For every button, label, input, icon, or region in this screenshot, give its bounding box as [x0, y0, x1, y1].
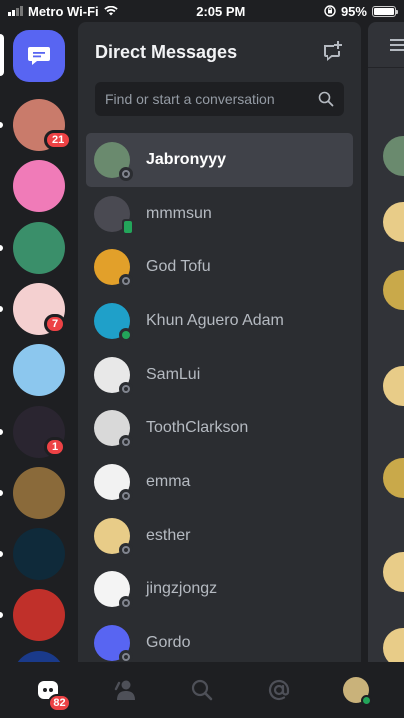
- new-dm-button[interactable]: [322, 40, 344, 62]
- unread-indicator: [0, 428, 3, 435]
- status-indicator: [119, 435, 133, 450]
- dm-username: mmmsun: [146, 204, 212, 222]
- battery-percent: 95%: [340, 3, 367, 19]
- dm-username: emma: [146, 472, 191, 490]
- avatar: [94, 571, 133, 611]
- dm-username: ToothClarkson: [146, 419, 249, 437]
- unread-indicator: [0, 122, 3, 128]
- tab-mentions[interactable]: [257, 668, 301, 712]
- new-message-icon: [324, 41, 342, 61]
- message-avatar: [383, 136, 404, 176]
- server-icon[interactable]: [13, 589, 65, 642]
- peek-header: [368, 22, 404, 68]
- orientation-lock-icon: [324, 5, 336, 17]
- avatar: [94, 195, 134, 235]
- user-avatar: [342, 677, 372, 706]
- message-avatar: [383, 628, 404, 662]
- server-rail: 21 7 1: [0, 22, 78, 703]
- server-icon[interactable]: [13, 466, 65, 519]
- home-badge: 82: [48, 694, 71, 712]
- mention-badge: 21: [44, 130, 73, 150]
- status-right: 95%: [324, 3, 398, 19]
- status-indicator: [119, 327, 133, 342]
- dm-row[interactable]: esther: [86, 509, 353, 563]
- dm-username: Khun Aguero Adam: [146, 311, 284, 329]
- tab-home[interactable]: 82: [26, 668, 71, 712]
- dm-row[interactable]: jingzjongz: [86, 563, 353, 617]
- menu-icon: [390, 39, 404, 51]
- search-placeholder: Find or start a conversation: [105, 91, 275, 107]
- status-left: Metro Wi-Fi: [8, 4, 118, 19]
- online-status-dot: [360, 695, 372, 706]
- tab-search[interactable]: [180, 668, 224, 712]
- status-indicator: [119, 596, 133, 611]
- mention-badge: 7: [44, 313, 67, 334]
- avatar: [94, 249, 133, 289]
- dm-username: esther: [146, 526, 191, 544]
- dm-row[interactable]: SamLui: [86, 348, 353, 402]
- direct-messages-home-button[interactable]: [13, 30, 65, 82]
- status-bar: Metro Wi-Fi 2:05 PM 95%: [0, 0, 404, 22]
- selected-indicator: [0, 34, 4, 76]
- status-indicator: [119, 488, 133, 503]
- avatar: [94, 517, 133, 557]
- dm-username: Jabronyyy: [146, 150, 227, 168]
- signal-icon: [8, 6, 23, 16]
- avatar: [94, 410, 133, 450]
- unread-indicator: [0, 612, 3, 619]
- status-indicator: [119, 542, 133, 557]
- avatar: [94, 141, 133, 181]
- dm-row[interactable]: ToothClarkson: [86, 401, 353, 455]
- page-title: Direct Messages: [95, 42, 238, 62]
- mention-badge: 1: [44, 436, 67, 457]
- bottom-tab-bar: 82: [0, 662, 404, 718]
- search-input[interactable]: Find or start a conversation: [95, 82, 344, 116]
- dm-row[interactable]: God Tofu: [86, 240, 353, 294]
- dm-row[interactable]: mmmsun: [86, 187, 353, 241]
- message-avatar: [383, 552, 404, 592]
- message-avatar: [383, 270, 404, 310]
- avatar: [94, 463, 133, 503]
- message-avatar: [383, 202, 404, 242]
- dm-row[interactable]: Khun Aguero Adam: [86, 294, 353, 348]
- server-icon[interactable]: [13, 221, 65, 274]
- direct-messages-panel: Direct Messages Find or start a conversa…: [78, 22, 361, 665]
- carrier-label: Metro Wi-Fi: [28, 3, 99, 19]
- search-icon: [191, 679, 213, 701]
- battery-icon: [371, 5, 398, 17]
- dm-row[interactable]: emma: [86, 455, 353, 509]
- search-icon: [318, 91, 334, 107]
- server-icon[interactable]: [13, 528, 65, 581]
- chat-peek-panel[interactable]: [368, 22, 404, 662]
- server-icon[interactable]: [13, 344, 65, 397]
- tab-friends[interactable]: [103, 668, 147, 712]
- unread-indicator: [0, 305, 3, 312]
- dm-username: SamLui: [146, 365, 201, 383]
- server-icon[interactable]: [13, 160, 65, 213]
- unread-indicator: [0, 551, 3, 558]
- chat-bubble-icon: [28, 47, 50, 65]
- status-indicator: [122, 218, 134, 235]
- message-avatar: [383, 366, 404, 406]
- conversation-list: Jabronyyy mmmsun God Tofu Khun Aguero Adam S…: [86, 133, 353, 670]
- message-avatar: [383, 458, 404, 498]
- dm-username: jingzjongz: [146, 580, 218, 598]
- status-indicator: [119, 381, 133, 396]
- dm-username: Gordo: [146, 634, 191, 652]
- avatar: [94, 302, 133, 342]
- clock: 2:05 PM: [196, 3, 246, 19]
- tab-profile[interactable]: [334, 668, 378, 712]
- friends-icon: [114, 680, 136, 700]
- wifi-icon: [103, 6, 118, 16]
- avatar: [94, 356, 133, 396]
- status-indicator: [119, 274, 133, 289]
- unread-indicator: [0, 489, 3, 496]
- status-indicator: [119, 166, 133, 181]
- dm-username: God Tofu: [146, 258, 211, 276]
- unread-indicator: [0, 244, 3, 251]
- at-sign-icon: [268, 679, 289, 701]
- dm-row[interactable]: Jabronyyy: [86, 133, 353, 187]
- avatar: [94, 625, 133, 665]
